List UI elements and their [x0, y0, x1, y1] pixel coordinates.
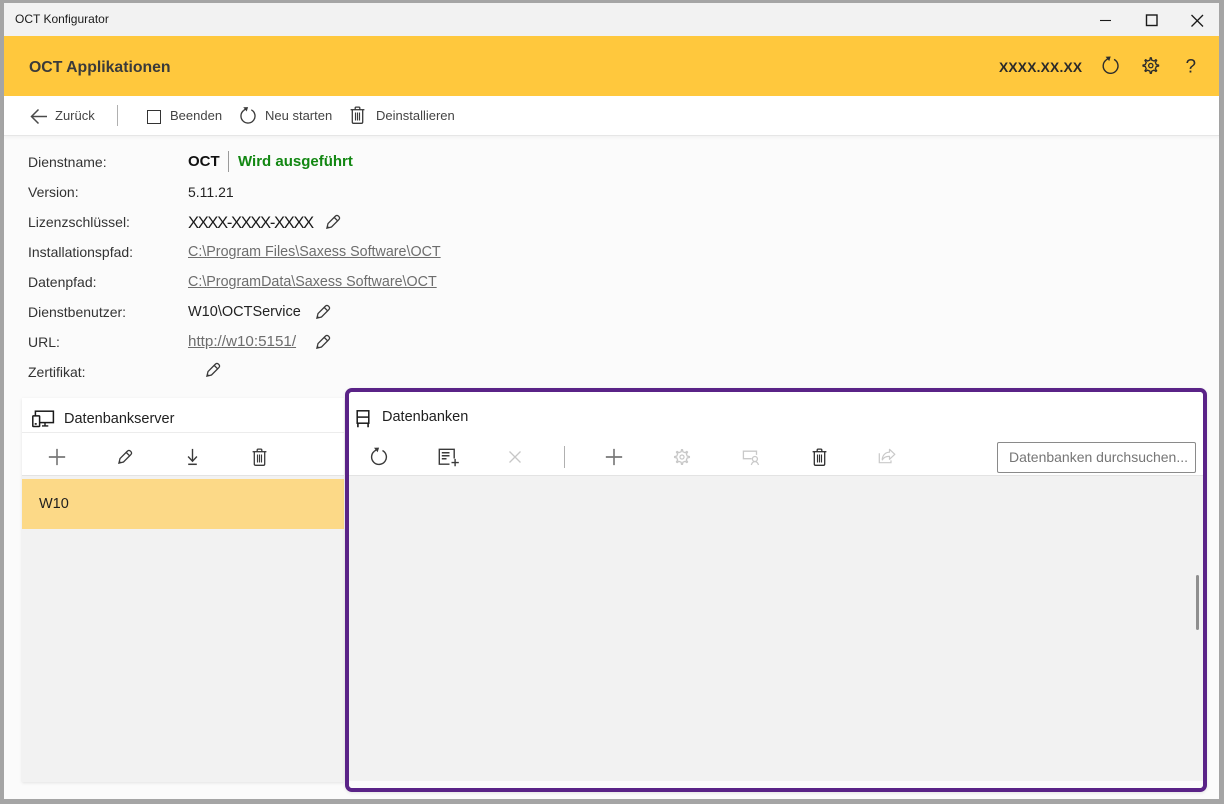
svg-text:?: ? — [1186, 57, 1197, 78]
